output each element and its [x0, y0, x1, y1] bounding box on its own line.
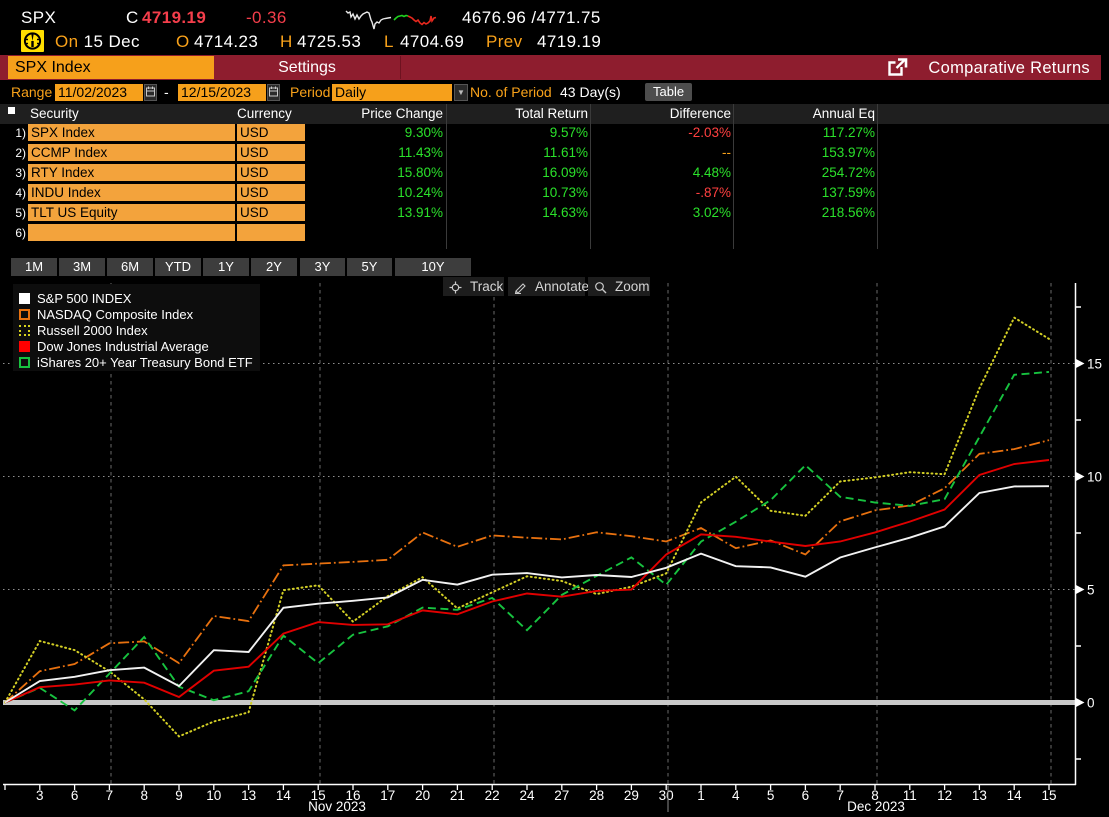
svg-text:29: 29: [624, 788, 639, 803]
svg-text:13: 13: [241, 788, 256, 803]
svg-text:6: 6: [71, 788, 79, 803]
svg-text:24: 24: [519, 788, 535, 803]
svg-text:12: 12: [937, 788, 952, 803]
svg-text:Nov 2023: Nov 2023: [308, 799, 366, 814]
svg-text:8: 8: [140, 788, 148, 803]
svg-text:21: 21: [450, 788, 465, 803]
svg-text:5: 5: [1087, 583, 1095, 598]
svg-text:1: 1: [697, 788, 705, 803]
svg-text:27: 27: [554, 788, 569, 803]
svg-text:28: 28: [589, 788, 604, 803]
svg-text:14: 14: [1007, 788, 1023, 803]
svg-text:7: 7: [836, 788, 844, 803]
svg-text:20: 20: [415, 788, 430, 803]
svg-text:17: 17: [380, 788, 395, 803]
svg-text:13: 13: [972, 788, 987, 803]
svg-text:3: 3: [36, 788, 44, 803]
svg-text:22: 22: [485, 788, 500, 803]
svg-text:15: 15: [1041, 788, 1056, 803]
svg-text:Dec 2023: Dec 2023: [847, 799, 905, 814]
svg-text:5: 5: [767, 788, 775, 803]
svg-text:10: 10: [206, 788, 221, 803]
svg-text:7: 7: [106, 788, 114, 803]
svg-text:9: 9: [175, 788, 183, 803]
svg-text:6: 6: [802, 788, 810, 803]
svg-text:4: 4: [732, 788, 740, 803]
svg-text:30: 30: [659, 788, 674, 803]
svg-text:0: 0: [1087, 696, 1095, 711]
svg-text:14: 14: [276, 788, 292, 803]
svg-text:15: 15: [1087, 357, 1102, 372]
svg-text:10: 10: [1087, 470, 1102, 485]
